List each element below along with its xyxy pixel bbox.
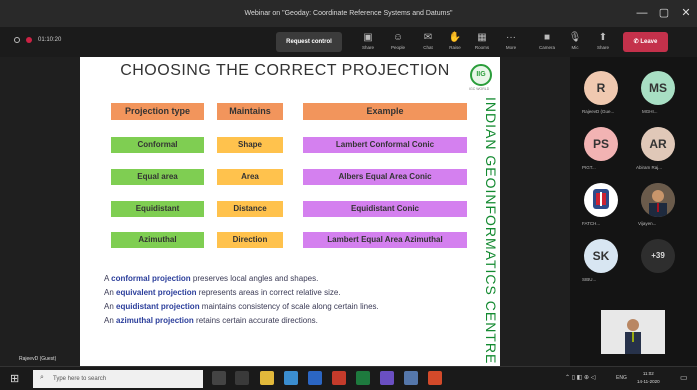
meeting-timer: 01:10:20 bbox=[38, 37, 62, 43]
row-example: Equidistant Conic bbox=[303, 201, 467, 217]
participant-name: PIGT... bbox=[582, 165, 596, 170]
vertical-banner: INDIAN GEOINFORMATICS CENTRE bbox=[483, 97, 499, 365]
slide-title: CHOOSING THE CORRECT PROJECTION bbox=[120, 62, 450, 79]
participant-name: FATCH... bbox=[582, 221, 601, 226]
people-button[interactable]: ☺ People bbox=[386, 32, 410, 52]
windows-start-icon[interactable]: ⊞ bbox=[10, 372, 19, 385]
participant-name: SIBU... bbox=[582, 277, 597, 282]
people-icon: ☺ bbox=[392, 32, 404, 43]
mic-icon: 🎙 bbox=[568, 32, 582, 43]
minimize-button[interactable]: — bbox=[630, 0, 654, 27]
request-control-button[interactable]: Request control bbox=[276, 32, 342, 52]
notifications-icon[interactable]: ▭ bbox=[680, 373, 688, 382]
self-view-video bbox=[601, 310, 665, 354]
windows-taskbar: ⊞ Type here to search ⌕ ⌃ ▯ ◧ ⊕ ◁ ENG 11… bbox=[0, 366, 697, 390]
restore-button[interactable]: ▢ bbox=[652, 0, 676, 27]
avatar-emblem[interactable] bbox=[584, 183, 618, 217]
row-maintains: Area bbox=[217, 169, 283, 185]
excel-icon[interactable] bbox=[356, 371, 370, 385]
more-button[interactable]: ··· More bbox=[499, 32, 523, 52]
more-icon: ··· bbox=[506, 32, 516, 43]
toolbar-share-tray-button[interactable]: ▣ Share bbox=[356, 32, 380, 52]
row-example: Albers Equal Area Conic bbox=[303, 169, 467, 185]
app-window: Webinar on "Geoday: Coordinate Reference… bbox=[0, 0, 697, 390]
close-button[interactable]: ✕ bbox=[674, 0, 697, 27]
logo-icon: IIG bbox=[470, 64, 492, 86]
app-icon[interactable] bbox=[404, 371, 418, 385]
powerpoint-icon[interactable] bbox=[332, 371, 346, 385]
header-maintains: Maintains bbox=[217, 103, 283, 120]
share-icon: ⬆ bbox=[598, 32, 608, 43]
row-maintains: Direction bbox=[217, 232, 283, 248]
row-example: Lambert Equal Area Azimuthal bbox=[303, 232, 467, 248]
share-tray-icon: ▣ bbox=[363, 32, 373, 43]
avatar[interactable]: R bbox=[584, 71, 618, 105]
participant-name: Abiram Raj... bbox=[636, 165, 663, 170]
description-line: An equidistant projection maintains cons… bbox=[104, 302, 379, 311]
hand-icon: ✋ bbox=[448, 32, 462, 43]
row-maintains: Shape bbox=[217, 137, 283, 153]
person-icon bbox=[641, 183, 675, 217]
acrobat-icon[interactable] bbox=[428, 371, 442, 385]
window-title: Webinar on "Geoday: Coordinate Reference… bbox=[244, 10, 453, 17]
participant-name: Vijayen... bbox=[638, 221, 657, 226]
row-type: Conformal bbox=[111, 137, 204, 153]
avatar[interactable]: PS bbox=[584, 127, 618, 161]
row-type: Equal area bbox=[111, 169, 204, 185]
cortana-icon[interactable] bbox=[212, 371, 226, 385]
row-example: Lambert Conformal Conic bbox=[303, 137, 467, 153]
description-line: An equivalent projection represents area… bbox=[104, 288, 341, 297]
chat-icon: ✉ bbox=[423, 32, 433, 43]
participant-name: MGHI... bbox=[642, 109, 658, 114]
emblem-icon bbox=[593, 189, 609, 209]
file-explorer-icon[interactable] bbox=[260, 371, 274, 385]
logo-caption: IGC WORLD bbox=[469, 87, 490, 91]
share-button[interactable]: ⬆ Share bbox=[591, 32, 615, 52]
task-view-icon[interactable] bbox=[235, 371, 249, 385]
recording-icon bbox=[26, 37, 32, 43]
search-icon: ⌕ bbox=[40, 374, 44, 381]
description-line: An azimuthal projection retains certain … bbox=[104, 316, 318, 325]
header-example: Example bbox=[303, 103, 467, 120]
title-bar: Webinar on "Geoday: Coordinate Reference… bbox=[0, 0, 697, 27]
participant-name: RajeevD (Gue... bbox=[582, 109, 615, 114]
meeting-toolbar: 01:10:20 Request control ▣ Share ☺ Peopl… bbox=[0, 27, 697, 57]
presenter-name: RajeevD (Guest) bbox=[19, 356, 57, 362]
camera-button[interactable]: ■ Camera bbox=[535, 32, 559, 52]
header-projection-type: Projection type bbox=[111, 103, 204, 120]
camera-icon: ■ bbox=[543, 32, 551, 43]
chat-button[interactable]: ✉ Chat bbox=[416, 32, 440, 52]
leave-button[interactable]: ✆ Leave bbox=[623, 32, 668, 52]
self-video-icon bbox=[601, 310, 665, 354]
row-maintains: Distance bbox=[217, 201, 283, 217]
rooms-button[interactable]: ▦ Rooms bbox=[470, 32, 494, 52]
row-type: Azimuthal bbox=[111, 232, 204, 248]
teams-icon[interactable] bbox=[380, 371, 394, 385]
avatar[interactable]: SK bbox=[584, 239, 618, 273]
avatar[interactable]: AR bbox=[641, 127, 675, 161]
system-tray-icons[interactable]: ⌃ ▯ ◧ ⊕ ◁ bbox=[565, 374, 595, 381]
avatar-photo[interactable] bbox=[641, 183, 675, 217]
description-line: A conformal projection preserves local a… bbox=[104, 274, 319, 283]
taskbar-search-input[interactable]: Type here to search bbox=[33, 370, 203, 388]
taskbar-clock[interactable]: 11:02 14-11-2020 bbox=[637, 370, 660, 386]
rooms-icon: ▦ bbox=[477, 32, 487, 43]
row-type: Equidistant bbox=[111, 201, 204, 217]
more-participants-button[interactable]: +39 bbox=[641, 239, 675, 273]
raise-hand-button[interactable]: ✋ Raise bbox=[443, 32, 467, 52]
avatar[interactable]: MS bbox=[641, 71, 675, 105]
mic-button[interactable]: 🎙 Mic bbox=[563, 32, 587, 52]
chrome-icon[interactable] bbox=[284, 371, 298, 385]
language-indicator[interactable]: ENG bbox=[616, 375, 627, 381]
word-icon[interactable] bbox=[308, 371, 322, 385]
shared-screen: CHOOSING THE CORRECT PROJECTION IIG IGC … bbox=[0, 57, 570, 366]
shield-icon bbox=[14, 37, 20, 43]
presentation-slide: CHOOSING THE CORRECT PROJECTION IIG IGC … bbox=[80, 57, 500, 366]
